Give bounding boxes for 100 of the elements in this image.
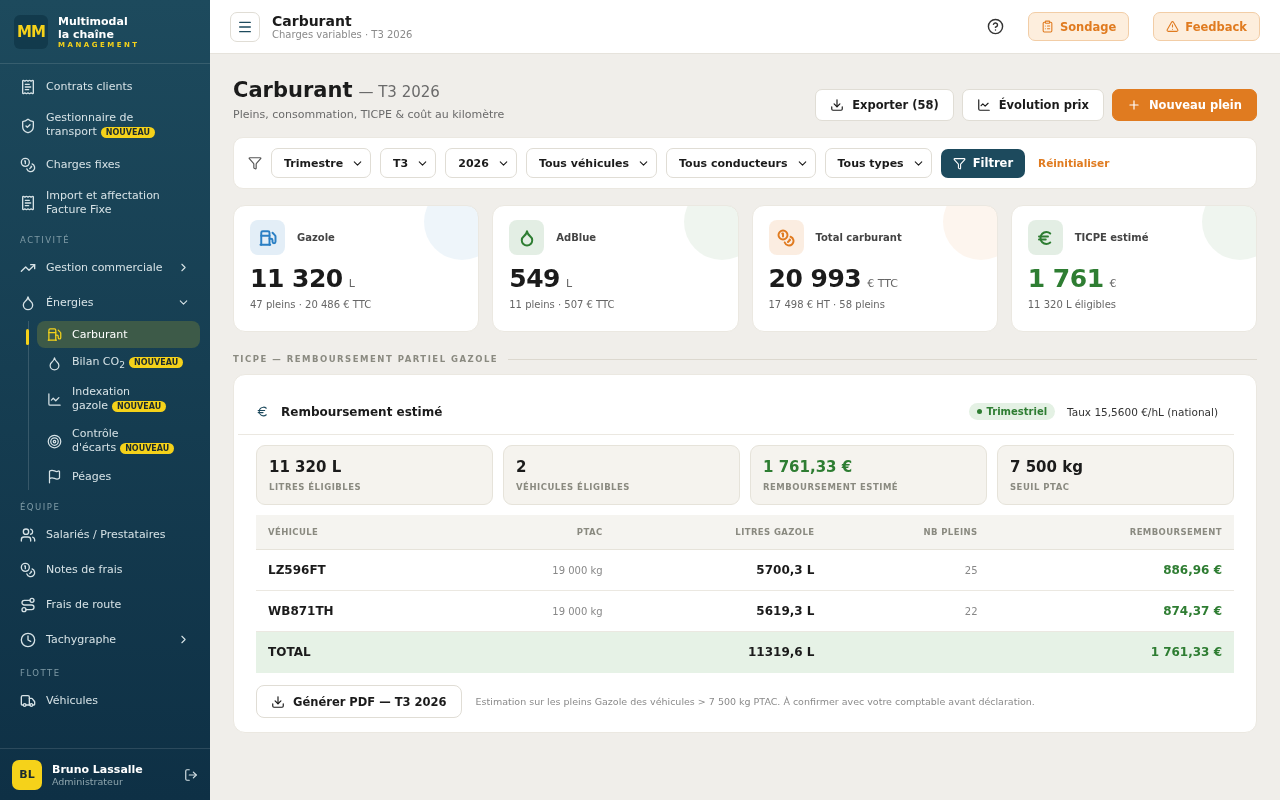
sidebar-item[interactable]: Véhicules xyxy=(10,684,200,718)
column-header: NB PLEINS xyxy=(826,515,990,550)
line-chart-icon xyxy=(976,98,991,112)
download-icon xyxy=(830,98,845,112)
stat-value: 7 500 kg xyxy=(1010,458,1084,476)
kpi-value: 549 xyxy=(509,264,560,293)
stat-label: VÉHICULES ÉLIGIBLES xyxy=(516,482,631,492)
kpi-unit: L xyxy=(348,277,355,290)
kpi-label: TICPE estimé xyxy=(1074,232,1149,243)
filter-select[interactable]: Tous conducteurs xyxy=(666,148,816,178)
help-icon[interactable] xyxy=(986,18,1004,35)
sidebar-item[interactable]: Gestion commerciale xyxy=(10,251,200,284)
card-title: Remboursement estimé xyxy=(281,404,444,419)
column-header: PTAC xyxy=(451,515,615,550)
stat-value: 2 xyxy=(516,458,528,476)
kpi-value: 1 761 xyxy=(1027,264,1104,293)
nav-icon xyxy=(20,596,36,613)
nav-icon xyxy=(20,117,36,134)
action-button[interactable]: Évolution prix xyxy=(961,89,1104,121)
euro-icon xyxy=(256,405,269,418)
brand-name: la chaîne xyxy=(58,27,115,41)
disclaimer-note: Estimation sur les pleins Gazole des véhicules > 7 500 kg PTAC. À confirmer avec votre comptable avant déclaration. xyxy=(475,696,1035,707)
stat-value: 1 761,33 € xyxy=(763,458,854,476)
nav-icon xyxy=(47,392,62,408)
kpi-detail: 11 pleins · 507 € TTC xyxy=(509,299,616,310)
section-title: TICPE — REMBOURSEMENT PARTIEL GAZOLE xyxy=(233,354,499,364)
kpi-label: AdBlue xyxy=(556,232,597,243)
new-badge: NOUVEAU xyxy=(100,127,155,138)
sidebar-item[interactable]: Notes de frais xyxy=(10,553,200,587)
filter-icon xyxy=(248,156,262,170)
stat-label: REMBOURSEMENT ESTIMÉ xyxy=(763,482,900,492)
clipboard-icon xyxy=(1040,20,1054,33)
kpi-detail: 11 320 L éligibles xyxy=(1027,299,1117,310)
sidebar-item[interactable]: Énergies xyxy=(10,286,200,319)
page-title: Carburant xyxy=(233,78,353,102)
sidebar-subitem[interactable]: Péages xyxy=(37,463,200,491)
nav-icon xyxy=(20,195,36,211)
filter-select[interactable]: T3 xyxy=(380,148,437,178)
plus-icon xyxy=(1126,98,1141,112)
filter-select[interactable]: Trimestre xyxy=(271,148,372,178)
new-badge: NOUVEAU xyxy=(129,357,184,368)
sidebar-item[interactable]: Import et affectation Facture Fixe xyxy=(10,183,200,223)
new-badge: NOUVEAU xyxy=(112,401,167,413)
page-period: — T3 2026 xyxy=(358,83,440,101)
total-cell: 11319,6 L xyxy=(614,632,827,673)
nav-icon xyxy=(47,469,62,485)
nav-icon xyxy=(20,78,36,95)
status-dot xyxy=(976,409,982,414)
total-cell: TOTAL xyxy=(256,632,452,673)
stat-label: LITRES ÉLIGIBLES xyxy=(269,482,363,492)
filter-icon xyxy=(952,156,966,170)
stat-value: 11 320 L xyxy=(269,458,343,476)
nav-icon xyxy=(20,526,36,543)
rate-text: Taux 15,5600 €/hL (national) xyxy=(1067,405,1219,418)
nav-icon xyxy=(47,327,62,342)
user-name: Bruno Lassalle xyxy=(52,762,144,776)
nav-icon xyxy=(20,561,36,578)
sidebar-item[interactable]: Salariés / Prestataires xyxy=(10,518,200,552)
selection-bar xyxy=(26,329,29,345)
kpi-unit: € xyxy=(1109,277,1117,290)
kpi-detail: 47 pleins · 20 486 € TTC xyxy=(250,299,373,310)
nav-icon xyxy=(20,156,36,173)
nav-icon xyxy=(20,294,36,311)
sidebar-subitem[interactable]: Indexation gazole NOUVEAU xyxy=(37,379,200,421)
stat-label: SEUIL PTAC xyxy=(1010,482,1071,492)
filter-button[interactable]: Filtrer xyxy=(940,148,1026,178)
filter-select[interactable]: Tous véhicules xyxy=(525,148,658,178)
nav-section-label: ÉQUIPE xyxy=(19,500,62,515)
kpi-detail: 17 498 € HT · 58 pleins xyxy=(768,299,886,310)
nav-icon xyxy=(47,356,62,372)
kpi-label: Gazole xyxy=(297,232,335,243)
sidebar-item[interactable]: Contrats clients xyxy=(10,70,200,103)
filter-select[interactable]: Tous types xyxy=(824,148,932,178)
column-header: REMBOURSEMENT xyxy=(989,515,1234,550)
sidebar-subitem[interactable]: Bilan CO$_{2}$ NOUVEAU xyxy=(37,349,200,379)
user-role: Administrateur xyxy=(52,775,124,787)
column-header: LITRES GAZOLE xyxy=(614,515,827,550)
nav-icon xyxy=(20,692,36,709)
sidebar-item[interactable]: Tachygraphe xyxy=(10,623,200,657)
kpi-value: 20 993 xyxy=(768,264,862,293)
filter-select[interactable]: 2026 xyxy=(445,148,517,178)
logo: MM xyxy=(14,14,48,49)
download-icon xyxy=(271,694,285,709)
sidebar-item[interactable]: Charges fixes xyxy=(10,148,200,181)
sidebar-subitem[interactable]: Contrôle d'écarts NOUVEAU xyxy=(37,421,200,463)
user-avatar: BL xyxy=(12,759,42,790)
menu-button[interactable] xyxy=(230,11,260,42)
sidebar-item[interactable]: Gestionnaire de transport NOUVEAU xyxy=(10,105,200,146)
kpi-label: Total carburant xyxy=(815,232,902,243)
column-header: VÉHICULE xyxy=(256,515,452,550)
brand-name: Multimodal xyxy=(58,14,129,28)
kpi-value: 11 320 xyxy=(250,264,343,293)
period-tag: Trimestriel xyxy=(968,403,1056,420)
kpi-unit: L xyxy=(565,277,573,290)
sidebar-item[interactable]: Frais de route xyxy=(10,588,200,622)
action-button[interactable]: Exporter (58) xyxy=(815,89,954,121)
kpi-unit: € TTC xyxy=(867,277,898,290)
nav-icon xyxy=(47,434,62,450)
logout-icon[interactable] xyxy=(184,767,198,782)
pdf-button[interactable]: Générer PDF — T3 2026 xyxy=(256,685,462,718)
